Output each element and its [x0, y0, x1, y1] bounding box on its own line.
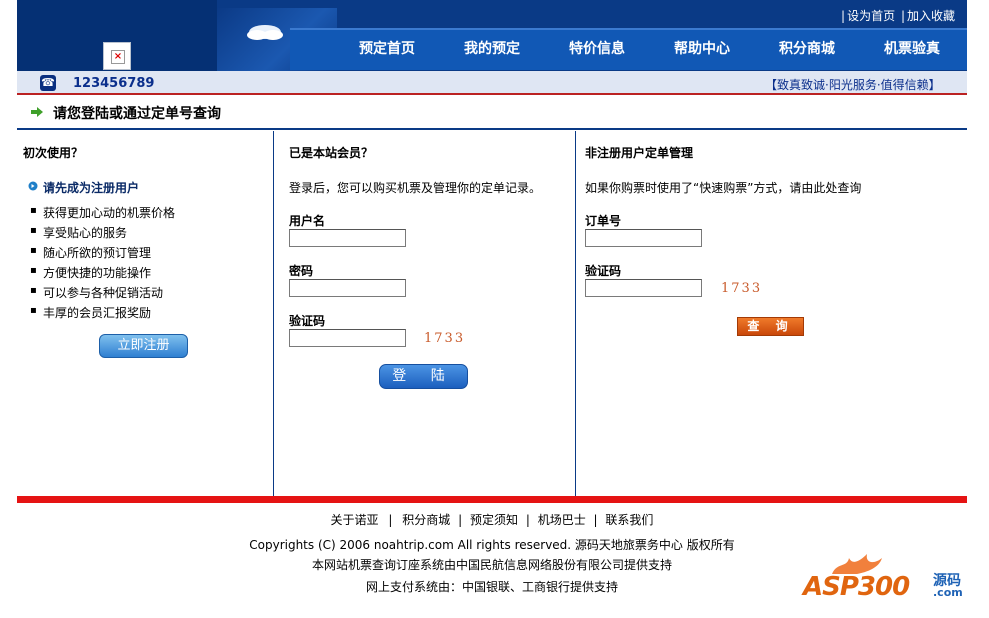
copyright: Copyrights (C) 2006 noahtrip.com All rig…	[249, 538, 735, 552]
asp300-watermark-logo: ASP300 源码 .com	[803, 552, 968, 602]
broken-image-icon: ×	[111, 50, 125, 64]
new-user-heading: 初次使用？	[23, 146, 84, 160]
query-button[interactable]: 查 询	[737, 317, 804, 336]
footer-link-bus[interactable]: 机场巴士	[538, 513, 586, 527]
guest-captcha-image: 1733	[721, 281, 763, 296]
username-input[interactable]	[289, 229, 406, 247]
benefit-item: 获得更加心动的机票价格	[43, 206, 176, 220]
footer-link-contact[interactable]: 联系我们	[605, 513, 653, 527]
benefit-item: 丰厚的会员汇报奖励	[43, 306, 152, 320]
arrow-right-icon	[31, 107, 43, 117]
phone-icon: ☎	[40, 75, 56, 91]
broken-logo-image: ×	[103, 42, 131, 70]
bullet: ▪	[30, 265, 37, 276]
login-button[interactable]: 登 陆	[379, 364, 468, 389]
register-prompt: 请先成为注册用户	[43, 181, 140, 195]
member-heading: 已是本站会员？	[289, 146, 374, 160]
add-favorite-link[interactable]: 加入收藏	[907, 9, 955, 23]
benefit-item: 方便快捷的功能操作	[43, 266, 152, 280]
captcha-input[interactable]	[289, 329, 406, 347]
bullet: ▪	[30, 205, 37, 216]
footer-link-points[interactable]: 积分商城	[402, 513, 450, 527]
captcha-label: 验证码	[289, 314, 326, 328]
guest-description: 如果你购票时使用了“快速购票”方式，请由此处查询	[585, 181, 862, 195]
password-input[interactable]	[289, 279, 406, 297]
nav-specials[interactable]: 特价信息	[569, 38, 625, 58]
bullet: ▪	[30, 285, 37, 296]
bullet: ▪	[30, 225, 37, 236]
member-description: 登录后，您可以购买机票及管理你的定单记录。	[289, 181, 542, 195]
nav-ticket-verify[interactable]: 机票验真	[884, 38, 940, 58]
bullet-circle-icon	[28, 181, 38, 191]
username-label: 用户名	[289, 214, 326, 228]
nav-home[interactable]: 预定首页	[359, 38, 415, 58]
nav-my-booking[interactable]: 我的预定	[464, 38, 520, 58]
guest-captcha-input[interactable]	[585, 279, 702, 297]
guest-captcha-label: 验证码	[585, 264, 622, 278]
order-number-label: 订单号	[585, 214, 622, 228]
page-title: 请您登陆或通过定单号查询	[53, 106, 221, 122]
password-label: 密码	[289, 264, 314, 278]
order-number-input[interactable]	[585, 229, 702, 247]
benefit-item: 享受贴心的服务	[43, 226, 128, 240]
register-button[interactable]: 立即注册	[99, 334, 188, 358]
footer-links: 关于诺亚 | 积分商城 | 预定须知 | 机场巴士 | 联系我们	[330, 513, 654, 527]
bullet: ▪	[30, 305, 37, 316]
top-links: | 设为首页 | 加入收藏	[841, 9, 955, 23]
column-divider	[575, 131, 576, 496]
footer-link-about[interactable]: 关于诺亚	[331, 513, 379, 527]
column-divider	[273, 131, 274, 496]
guest-heading: 非注册用户定单管理	[585, 146, 694, 160]
footer-link-notice[interactable]: 预定须知	[470, 513, 518, 527]
set-homepage-link[interactable]: 设为首页	[847, 9, 895, 23]
footer-divider	[17, 496, 967, 503]
bullet: ▪	[30, 245, 37, 256]
phone-number: 123456789	[73, 76, 155, 91]
captcha-image: 1733	[424, 331, 466, 346]
nav-points-mall[interactable]: 积分商城	[779, 38, 835, 58]
slogan: 【致真致诚·阳光服务·值得信赖】	[765, 78, 941, 92]
nav-help[interactable]: 帮助中心	[674, 38, 730, 58]
benefit-item: 可以参与各种促销活动	[43, 286, 164, 300]
benefit-item: 随心所欲的预订管理	[43, 246, 152, 260]
